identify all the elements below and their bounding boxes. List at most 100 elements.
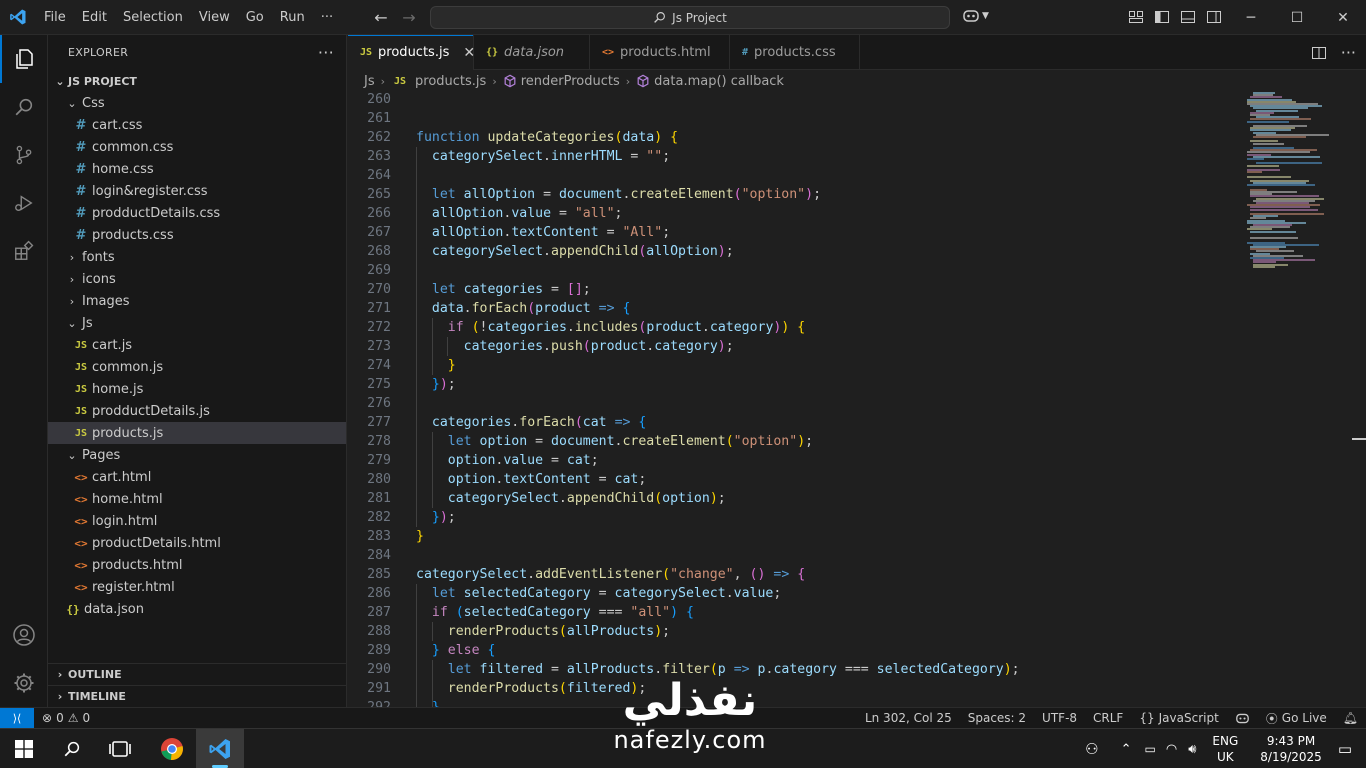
code-line[interactable]: 269 (348, 261, 1238, 280)
tab-products-html[interactable]: <> products.html (590, 35, 730, 70)
code-line[interactable]: 272 if (!categories.includes(product.cat… (348, 318, 1238, 337)
tree-file[interactable]: <> products.html (48, 554, 346, 576)
tree-folder[interactable]: › Images (48, 290, 346, 312)
people-icon[interactable]: ⚇ (1085, 740, 1098, 758)
tree-file[interactable]: # login&register.css (48, 180, 346, 202)
tree-file[interactable]: # prodductDetails.css (48, 202, 346, 224)
tree-file[interactable]: <> home.html (48, 488, 346, 510)
tree-file[interactable]: <> login.html (48, 510, 346, 532)
tree-folder[interactable]: ⌄ Js (48, 312, 346, 334)
chrome-taskbar-button[interactable] (148, 729, 196, 768)
tree-folder[interactable]: ⌄ Pages (48, 444, 346, 466)
run-debug-activity[interactable] (0, 179, 48, 227)
code-line[interactable]: 290 let filtered = allProducts.filter(p … (348, 660, 1238, 679)
indentation[interactable]: Spaces: 2 (960, 711, 1034, 725)
command-center-search[interactable]: Js Project (430, 6, 950, 29)
menu-item-selection[interactable]: Selection (115, 0, 191, 35)
battery-icon[interactable]: ▭ (1145, 742, 1156, 756)
code-line[interactable]: 278 let option = document.createElement(… (348, 432, 1238, 451)
menu-item-more[interactable]: ··· (313, 0, 341, 35)
code-line[interactable]: 273 categories.push(product.category); (348, 337, 1238, 356)
customize-layout-icon[interactable] (1128, 9, 1144, 25)
breadcrumb-symbol-render-products[interactable]: renderProducts (521, 74, 620, 89)
tab-data-json[interactable]: {} data.json (474, 35, 590, 70)
scrollbar-position-marker[interactable] (1352, 438, 1366, 440)
toggle-primary-sidebar-icon[interactable] (1154, 9, 1170, 25)
volume-icon[interactable]: 🔊︎ (1188, 742, 1196, 757)
code-line[interactable]: 286 let selectedCategory = categorySelec… (348, 584, 1238, 603)
code-line[interactable]: 288 renderProducts(allProducts); (348, 622, 1238, 641)
code-line[interactable]: 282 }); (348, 508, 1238, 527)
split-editor-icon[interactable] (1311, 45, 1327, 61)
code-editor[interactable]: 260 261 262 function updateCategories(data)… (348, 92, 1366, 707)
language-mode[interactable]: {} JavaScript (1131, 711, 1226, 725)
code-line[interactable]: 264 (348, 166, 1238, 185)
tree-file[interactable]: # cart.css (48, 114, 346, 136)
notifications-button[interactable]: 🔔︎ (1335, 711, 1366, 725)
start-button[interactable] (0, 729, 48, 768)
code-line[interactable]: 287 if (selectedCategory === "all") { (348, 603, 1238, 622)
tree-file[interactable]: {} data.json (48, 598, 346, 620)
code-line[interactable]: 292 } (348, 698, 1238, 707)
end-of-line[interactable]: CRLF (1085, 711, 1131, 725)
timeline-section[interactable]: › TIMELINE (48, 685, 347, 707)
minimize-button[interactable]: ─ (1228, 0, 1274, 35)
code-line[interactable]: 277 categories.forEach(cat => { (348, 413, 1238, 432)
code-line[interactable]: 275 }); (348, 375, 1238, 394)
encoding[interactable]: UTF-8 (1034, 711, 1085, 725)
cursor-position[interactable]: Ln 302, Col 25 (857, 711, 960, 725)
toggle-panel-icon[interactable] (1180, 9, 1196, 25)
code-line[interactable]: 265 let allOption = document.createEleme… (348, 185, 1238, 204)
tree-file[interactable]: JS products.js (48, 422, 346, 444)
extensions-activity[interactable] (0, 227, 48, 275)
menu-item-file[interactable]: File (36, 0, 74, 35)
copilot-status[interactable] (1227, 712, 1258, 725)
menu-item-run[interactable]: Run (272, 0, 313, 35)
code-line[interactable]: 283} (348, 527, 1238, 546)
tab-products-js[interactable]: JS products.js ✕ (348, 35, 475, 70)
tree-folder[interactable]: ⌄ Css (48, 92, 346, 114)
minimap[interactable] (1243, 92, 1351, 272)
go-live-button[interactable]: ⦿ Go Live (1258, 710, 1335, 727)
code-line[interactable]: 291 renderProducts(filtered); (348, 679, 1238, 698)
code-line[interactable]: 270 let categories = []; (348, 280, 1238, 299)
code-line[interactable]: 281 categorySelect.appendChild(option); (348, 489, 1238, 508)
maximize-button[interactable]: ☐ (1274, 0, 1320, 35)
taskbar-search-button[interactable] (48, 729, 96, 768)
tree-file[interactable]: # common.css (48, 136, 346, 158)
menu-item-view[interactable]: View (191, 0, 238, 35)
breadcrumb-folder[interactable]: Js (364, 74, 375, 89)
explorer-activity[interactable] (0, 35, 48, 83)
manage-activity[interactable] (0, 659, 48, 707)
project-root[interactable]: ⌄ JS PROJECT (48, 70, 346, 92)
code-line[interactable]: 276 (348, 394, 1238, 413)
code-line[interactable]: 261 (348, 109, 1238, 128)
tree-file[interactable]: JS common.js (48, 356, 346, 378)
toggle-secondary-sidebar-icon[interactable] (1206, 9, 1222, 25)
back-arrow-icon[interactable]: ← (372, 8, 390, 27)
code-line[interactable]: 262 function updateCategories(data) { (348, 128, 1238, 147)
tree-file[interactable]: <> register.html (48, 576, 346, 598)
outline-section[interactable]: › OUTLINE (48, 663, 347, 685)
code-line[interactable]: 280 option.textContent = cat; (348, 470, 1238, 489)
breadcrumb-file[interactable]: products.js (415, 74, 486, 89)
close-window-button[interactable]: ✕ (1320, 0, 1366, 35)
search-activity[interactable] (0, 83, 48, 131)
tree-file[interactable]: JS prodductDetails.js (48, 400, 346, 422)
notification-center-icon[interactable]: ▭ (1338, 740, 1352, 758)
menu-item-edit[interactable]: Edit (74, 0, 115, 35)
task-view-button[interactable] (96, 729, 144, 768)
chevron-up-icon[interactable]: ⌃ (1121, 742, 1132, 757)
more-actions-icon[interactable]: ··· (318, 43, 334, 62)
code-line[interactable]: 271 data.forEach(product => { (348, 299, 1238, 318)
remote-indicator[interactable]: ⟩⟨ (0, 707, 34, 729)
source-control-activity[interactable] (0, 131, 48, 179)
code-line[interactable]: 268 categorySelect.appendChild(allOption… (348, 242, 1238, 261)
code-line[interactable]: 285 categorySelect.addEventListener("chan… (348, 565, 1238, 584)
wifi-icon[interactable]: ◠ (1166, 742, 1177, 757)
code-line[interactable]: 267 allOption.textContent = "All"; (348, 223, 1238, 242)
tree-file[interactable]: JS home.js (48, 378, 346, 400)
tree-file[interactable]: # products.css (48, 224, 346, 246)
code-line[interactable]: 263 categorySelect.innerHTML = ""; (348, 147, 1238, 166)
more-actions-icon[interactable]: ··· (1341, 43, 1356, 62)
